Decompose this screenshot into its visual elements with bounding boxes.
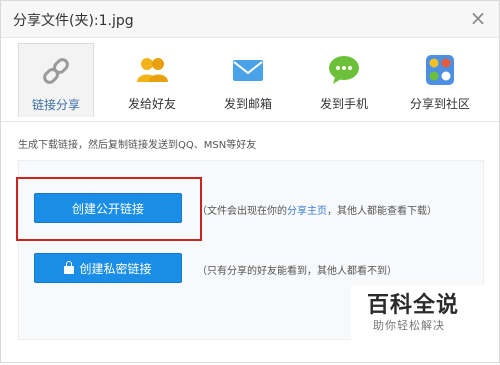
friends-icon bbox=[137, 58, 168, 82]
watermark-logo: 百科全说 助你轻松解决 bbox=[351, 285, 491, 345]
public-desc-suffix: ，其他人都能查看下载） bbox=[327, 206, 437, 217]
tab-label: 发给好友 bbox=[127, 97, 176, 111]
create-private-link-button[interactable]: 创建私密链接 bbox=[34, 253, 182, 283]
tab-link-share[interactable]: 链接分享 bbox=[18, 43, 94, 117]
watermark-subtitle: 助你轻松解决 bbox=[373, 319, 445, 332]
public-link-button-label: 创建公开链接 bbox=[71, 202, 144, 216]
create-public-link-button[interactable]: 创建公开链接 bbox=[34, 193, 182, 223]
share-hint-text: 生成下载链接，然后复制链接发送到QQ、MSN等好友 bbox=[18, 140, 257, 151]
tab-label: 发到手机 bbox=[319, 97, 368, 111]
tab-label: 链接分享 bbox=[31, 98, 80, 112]
tab-send-email[interactable]: 发到邮箱 bbox=[210, 43, 286, 117]
community-icon bbox=[426, 55, 454, 85]
private-link-button-label: 创建私密链接 bbox=[79, 262, 152, 276]
public-desc-prefix: （文件会出现在你的 bbox=[197, 206, 287, 217]
dialog-titlebar: 分享文件(夹):1.jpg × bbox=[1, 1, 499, 38]
private-link-description: （只有分享的好友能看到，其他人都看不到） bbox=[197, 266, 397, 277]
watermark-title: 百科全说 bbox=[367, 293, 460, 318]
share-dialog: 分享文件(夹):1.jpg × 链接分享 发给好友 发到邮箱 发到手机 分享到社… bbox=[0, 0, 500, 363]
tab-send-phone[interactable]: 发到手机 bbox=[306, 43, 382, 117]
tab-send-friends[interactable]: 发给好友 bbox=[114, 43, 190, 117]
tab-share-community[interactable]: 分享到社区 bbox=[402, 43, 478, 117]
tab-label: 发到邮箱 bbox=[223, 97, 272, 111]
mail-icon bbox=[233, 60, 263, 81]
share-homepage-link[interactable]: 分享主页 bbox=[287, 206, 327, 217]
public-link-description: （文件会出现在你的分享主页，其他人都能查看下载） bbox=[197, 202, 437, 217]
dialog-title: 分享文件(夹):1.jpg bbox=[13, 13, 134, 29]
chat-bubble-icon bbox=[329, 56, 359, 84]
close-icon[interactable]: × bbox=[467, 7, 489, 29]
lock-icon bbox=[64, 261, 75, 274]
share-method-tabs: 链接分享 发给好友 发到邮箱 发到手机 分享到社区 bbox=[1, 37, 499, 121]
tab-label: 分享到社区 bbox=[409, 97, 470, 111]
link-icon bbox=[43, 58, 69, 84]
